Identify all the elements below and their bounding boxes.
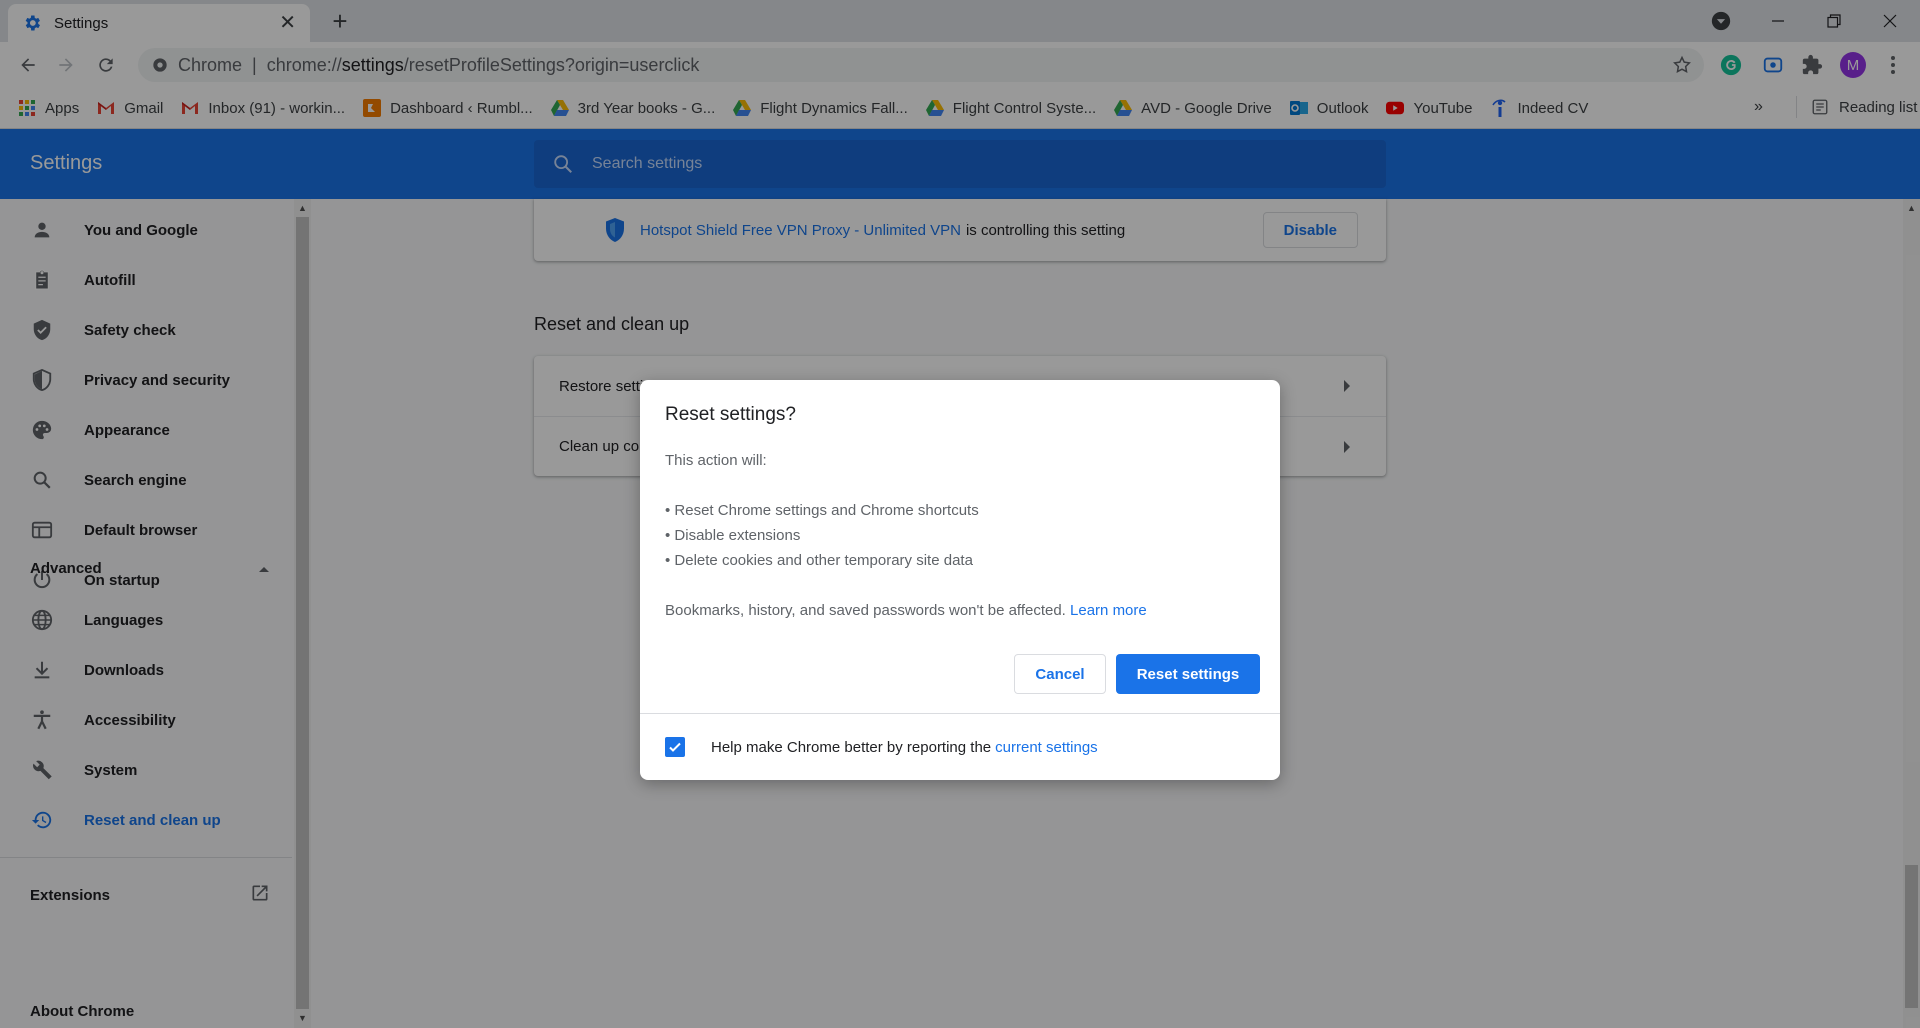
checkmark-icon xyxy=(669,742,681,752)
dialog-bullet: • Disable extensions xyxy=(665,527,801,544)
dialog-intro: This action will: xyxy=(665,452,767,469)
dialog-title: Reset settings? xyxy=(665,404,796,425)
dialog-note: Bookmarks, history, and saved passwords … xyxy=(665,598,1255,623)
dialog-bullet: • Delete cookies and other temporary sit… xyxy=(665,552,973,569)
current-settings-link[interactable]: current settings xyxy=(995,739,1098,756)
reset-settings-button[interactable]: Reset settings xyxy=(1116,654,1260,694)
cancel-button[interactable]: Cancel xyxy=(1014,654,1106,694)
dialog-body: This action will: • Reset Chrome setting… xyxy=(665,448,1255,623)
report-settings-checkbox[interactable] xyxy=(665,737,685,757)
learn-more-link[interactable]: Learn more xyxy=(1070,602,1147,619)
reset-settings-dialog: Reset settings? This action will: • Rese… xyxy=(640,380,1280,780)
dialog-footer: Help make Chrome better by reporting the… xyxy=(640,713,1280,780)
dialog-note-text: Bookmarks, history, and saved passwords … xyxy=(665,602,1066,619)
dialog-bullet: • Reset Chrome settings and Chrome short… xyxy=(665,502,979,519)
footer-text: Help make Chrome better by reporting the xyxy=(711,738,992,756)
